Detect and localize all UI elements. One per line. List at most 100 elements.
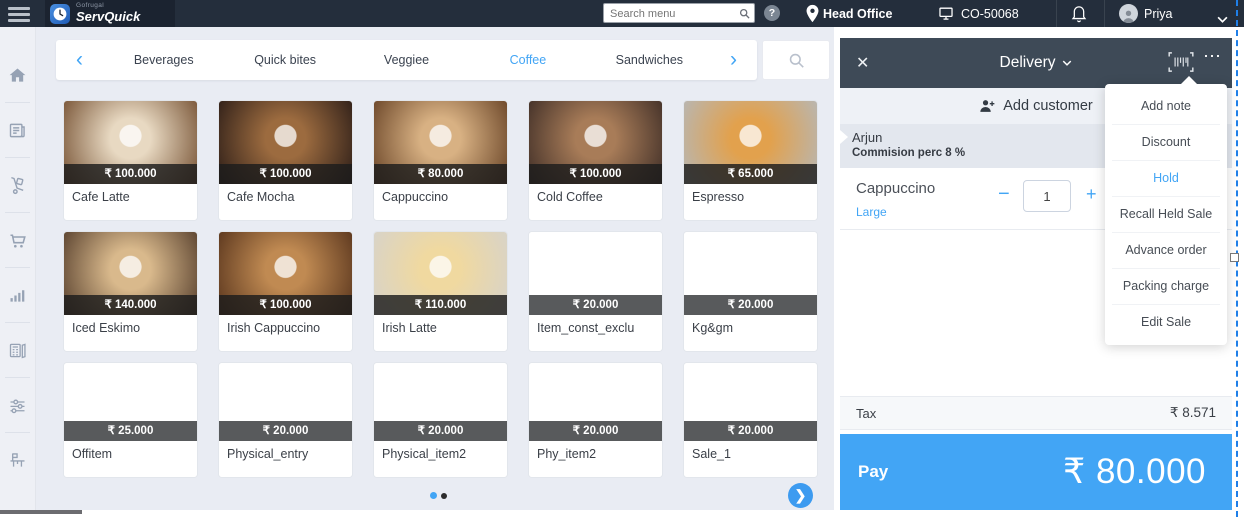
sidebar-item-home[interactable] (0, 48, 35, 102)
menu-item-discount[interactable]: Discount (1105, 125, 1227, 160)
pay-button[interactable]: Pay ₹ 80.000 (840, 434, 1232, 510)
product-card[interactable]: ₹ 100.000 Cafe Mocha (218, 100, 353, 221)
quantity-input[interactable] (1023, 180, 1071, 212)
product-card[interactable]: ₹ 20.000 Phy_item2 (528, 362, 663, 478)
sidebar (0, 27, 36, 510)
chevron-down-icon[interactable] (1217, 10, 1228, 28)
more-options-icon[interactable]: ⋯ (1203, 46, 1222, 67)
servquick-logo-icon (50, 3, 70, 24)
location-pin-icon (806, 4, 819, 28)
user-avatar[interactable] (1119, 4, 1138, 23)
store-location[interactable]: Head Office (823, 7, 892, 21)
pagination-dot[interactable] (441, 492, 447, 499)
product-name: Item_const_exclu (529, 315, 662, 351)
product-card[interactable]: ₹ 140.000 Iced Eskimo (63, 231, 198, 352)
product-card[interactable]: ₹ 20.000 Item_const_exclu (528, 231, 663, 352)
menu-item-edit-sale[interactable]: Edit Sale (1105, 305, 1227, 340)
close-icon[interactable]: ✕ (856, 53, 869, 73)
product-name: Offitem (64, 441, 197, 477)
product-card[interactable]: ₹ 20.000 Physical_item2 (373, 362, 508, 478)
product-name: Phy_item2 (529, 441, 662, 477)
product-card[interactable]: ₹ 100.000 Cold Coffee (528, 100, 663, 221)
context-menu: Add note Discount Hold Recall Held Sale Adva… (1105, 84, 1227, 345)
product-card[interactable]: ₹ 100.000 Irish Cappuccino (218, 231, 353, 352)
reports-icon (7, 285, 28, 306)
price-band: ₹ 20.000 (684, 421, 817, 441)
product-card[interactable]: ₹ 110.000 Irish Latte (373, 231, 508, 352)
pay-amount: ₹ 80.000 (1062, 452, 1206, 491)
product-name: Cold Coffee (529, 184, 662, 220)
sidebar-item-dine-table[interactable] (0, 433, 35, 487)
product-card[interactable]: ₹ 100.000 Cafe Latte (63, 100, 198, 221)
orders-icon (7, 120, 28, 141)
product-name: Iced Eskimo (64, 315, 197, 351)
sidebar-item-stock[interactable] (0, 158, 35, 212)
product-photo-placeholder: ₹ 20.000 (219, 363, 352, 441)
sidebar-item-orders[interactable] (0, 103, 35, 157)
cart-item-name: Cappuccino (856, 180, 936, 197)
product-name: Physical_item2 (374, 441, 507, 477)
product-card[interactable]: ₹ 25.000 Offitem (63, 362, 198, 478)
cart-item-variant[interactable]: Large (856, 205, 887, 219)
product-photo-placeholder: ₹ 20.000 (684, 363, 817, 441)
product-name: Kg&gm (684, 315, 817, 351)
menu-item-hold[interactable]: Hold (1105, 161, 1227, 196)
quantity-decrease-button[interactable]: − (998, 183, 1010, 206)
sidebar-item-cart[interactable] (0, 213, 35, 267)
product-card[interactable]: ₹ 20.000 Kg&gm (683, 231, 818, 352)
category-scroll-right-icon[interactable]: › (710, 41, 757, 79)
sidebar-item-register[interactable] (0, 323, 35, 377)
category-tab-veggiee[interactable]: Veggiee (346, 53, 467, 67)
pay-label: Pay (858, 462, 889, 481)
sidebar-item-settings[interactable] (0, 378, 35, 432)
product-photo-placeholder: ₹ 20.000 (684, 232, 817, 315)
product-name: Cappuccino (374, 184, 507, 220)
menu-item-add-note[interactable]: Add note (1105, 89, 1227, 124)
price-band: ₹ 20.000 (684, 295, 817, 315)
order-mode-dropdown[interactable]: Delivery (1000, 54, 1073, 72)
menu-item-recall-held-sale[interactable]: Recall Held Sale (1105, 197, 1227, 232)
register-icon (7, 340, 28, 361)
product-name: Cafe Latte (64, 184, 197, 220)
search-icon[interactable] (738, 7, 751, 25)
next-page-button[interactable]: ❯ (788, 483, 813, 508)
product-photo: ₹ 140.000 (64, 232, 197, 315)
category-tab-coffee[interactable]: Coffee (467, 53, 588, 67)
notifications-bell-icon[interactable] (1071, 4, 1087, 28)
selection-handle (1230, 253, 1239, 262)
product-photo: ₹ 110.000 (374, 232, 507, 315)
product-grid: ₹ 100.000 Cafe Latte ₹ 100.000 Cafe Mocha ₹ … (63, 100, 818, 478)
cart-icon (7, 230, 28, 251)
user-name[interactable]: Priya (1144, 7, 1172, 21)
top-bar: Gofrugal ServQuick ? Head Office CO-5006… (0, 0, 1244, 27)
product-card[interactable]: ₹ 20.000 Sale_1 (683, 362, 818, 478)
barcode-scan-icon[interactable] (1168, 52, 1194, 77)
price-band: ₹ 100.000 (219, 164, 352, 184)
product-card[interactable]: ₹ 65.000 Espresso (683, 100, 818, 221)
home-icon (7, 65, 28, 86)
product-name: Espresso (684, 184, 817, 220)
category-scroll-left-icon[interactable]: ‹ (56, 41, 103, 79)
product-search-button[interactable] (762, 40, 830, 80)
menu-item-advance-order[interactable]: Advance order (1105, 233, 1227, 268)
category-tab-beverages[interactable]: Beverages (103, 53, 224, 67)
product-photo-placeholder: ₹ 25.000 (64, 363, 197, 441)
bottom-scrollbar[interactable] (0, 510, 82, 514)
sidebar-item-reports[interactable] (0, 268, 35, 322)
product-card[interactable]: ₹ 20.000 Physical_entry (218, 362, 353, 478)
category-tab-sandwiches[interactable]: Sandwiches (589, 53, 710, 67)
chevron-down-icon (1063, 60, 1072, 66)
category-tab-quick-bites[interactable]: Quick bites (224, 53, 345, 67)
price-band: ₹ 100.000 (219, 295, 352, 315)
product-name: Irish Cappuccino (219, 315, 352, 351)
menu-item-packing-charge[interactable]: Packing charge (1105, 269, 1227, 304)
pagination-dot-active[interactable] (430, 492, 437, 499)
terminal-id[interactable]: CO-50068 (961, 7, 1019, 21)
hamburger-menu-icon[interactable] (8, 7, 30, 25)
product-card[interactable]: ₹ 80.000 Cappuccino (373, 100, 508, 221)
product-photo-placeholder: ₹ 20.000 (529, 232, 662, 315)
menu-search-input[interactable] (604, 5, 754, 23)
category-tabs-bar: ‹ Beverages Quick bites Veggiee Coffee Sandw… (56, 40, 757, 80)
quantity-increase-button[interactable]: + (1086, 184, 1097, 205)
help-icon[interactable]: ? (764, 5, 780, 21)
